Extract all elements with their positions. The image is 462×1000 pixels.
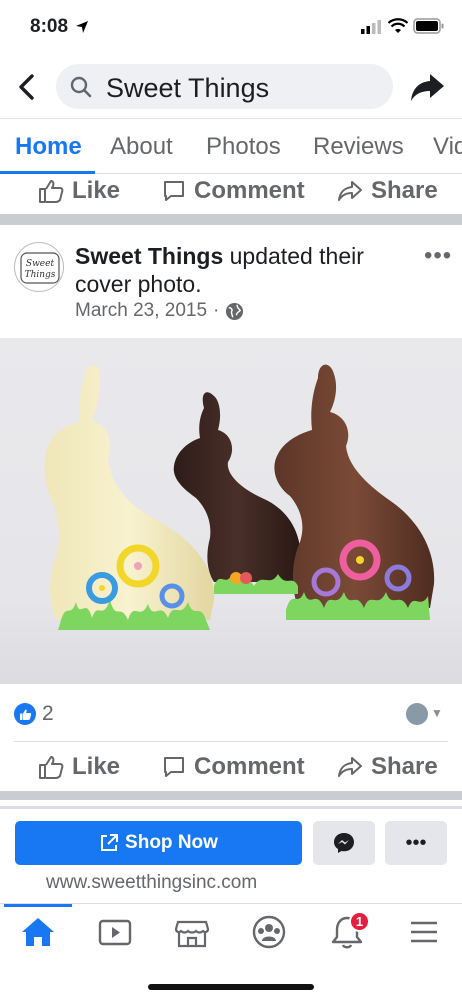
svg-text:Things: Things xyxy=(25,270,56,280)
like-label: Like xyxy=(72,753,121,780)
post-photo[interactable] xyxy=(0,338,462,684)
meta-separator: · xyxy=(213,300,220,321)
reaction-summary[interactable]: 2 xyxy=(14,702,54,726)
search-bar[interactable]: Sweet Things xyxy=(56,64,393,109)
svg-text:Sweet: Sweet xyxy=(26,259,55,269)
menu-icon[interactable] xyxy=(404,914,444,950)
page-avatar[interactable]: Sweet Things xyxy=(14,242,64,292)
share-label: Share xyxy=(371,753,438,780)
page-name-link[interactable]: Sweet Things xyxy=(75,243,223,269)
shop-bar-border xyxy=(0,806,462,809)
marketplace-icon[interactable] xyxy=(172,914,212,950)
battery-icon xyxy=(413,18,444,34)
like-reaction-icon xyxy=(14,703,36,725)
shop-now-label: Shop Now xyxy=(125,832,218,853)
home-icon[interactable] xyxy=(18,914,58,950)
comment-label: Comment xyxy=(194,753,305,780)
shop-now-button[interactable]: Shop Now xyxy=(15,821,302,865)
cellular-signal-icon xyxy=(361,20,381,34)
post-headline: Sweet Things updated their cover photo. xyxy=(75,242,405,298)
groups-icon[interactable] xyxy=(249,914,289,950)
nav-active-indicator xyxy=(4,904,72,907)
viewer-avatar[interactable] xyxy=(406,703,428,725)
thumbs-up-icon xyxy=(39,180,64,203)
wifi-icon xyxy=(388,18,408,33)
thumbs-up-small-icon xyxy=(19,709,31,720)
notification-badge: 1 xyxy=(349,911,370,932)
more-options-button[interactable]: ••• xyxy=(385,821,447,865)
share-arrow-icon[interactable] xyxy=(408,70,446,104)
like-button[interactable]: Like xyxy=(38,752,120,782)
status-time: 8:08 xyxy=(30,16,69,37)
share-icon xyxy=(338,757,362,777)
watch-icon[interactable] xyxy=(95,914,135,950)
search-icon xyxy=(70,76,92,98)
row-separator xyxy=(14,741,448,742)
message-button[interactable] xyxy=(313,821,375,865)
feed-divider xyxy=(0,214,462,225)
comment-label: Comment xyxy=(194,177,305,204)
tab-reviews[interactable]: Reviews xyxy=(313,133,404,161)
tab-about[interactable]: About xyxy=(110,133,173,161)
share-icon xyxy=(338,181,362,201)
post-options-icon[interactable]: ••• xyxy=(424,242,452,270)
post-actions: Like Comment Share xyxy=(0,746,462,790)
thumbs-up-icon xyxy=(39,756,64,779)
comment-icon xyxy=(164,757,184,777)
comment-icon xyxy=(164,181,184,201)
status-bar: 8:08 xyxy=(0,0,462,56)
location-arrow-icon xyxy=(76,21,88,33)
search-input-text: Sweet Things xyxy=(106,73,270,103)
share-button[interactable]: Share xyxy=(337,176,438,206)
post-meta: March 23, 2015 · xyxy=(75,300,244,322)
like-label: Like xyxy=(72,177,121,204)
external-link-icon xyxy=(101,834,119,851)
comment-button[interactable]: Comment xyxy=(162,752,305,782)
messenger-icon xyxy=(334,833,354,853)
sweet-things-logo: Sweet Things xyxy=(20,252,60,284)
page-tabs: Home About Photos Reviews Vid xyxy=(0,118,462,174)
comment-button[interactable]: Comment xyxy=(162,176,305,206)
back-chevron-icon[interactable] xyxy=(12,70,42,104)
previous-post-actions: Like Comment Share xyxy=(0,170,462,214)
tab-videos[interactable]: Vid xyxy=(433,133,462,161)
website-link[interactable]: www.sweetthingsinc.com xyxy=(46,872,257,894)
share-button[interactable]: Share xyxy=(337,752,438,782)
post-date[interactable]: March 23, 2015 xyxy=(75,300,207,322)
tab-photos[interactable]: Photos xyxy=(206,133,281,161)
globe-icon xyxy=(226,302,244,320)
like-count: 2 xyxy=(42,702,54,725)
feed-divider xyxy=(0,791,462,800)
home-indicator xyxy=(148,984,314,990)
chevron-down-icon[interactable]: ▼ xyxy=(431,706,443,720)
share-label: Share xyxy=(371,177,438,204)
tab-home[interactable]: Home xyxy=(15,133,82,161)
like-button[interactable]: Like xyxy=(38,176,120,206)
